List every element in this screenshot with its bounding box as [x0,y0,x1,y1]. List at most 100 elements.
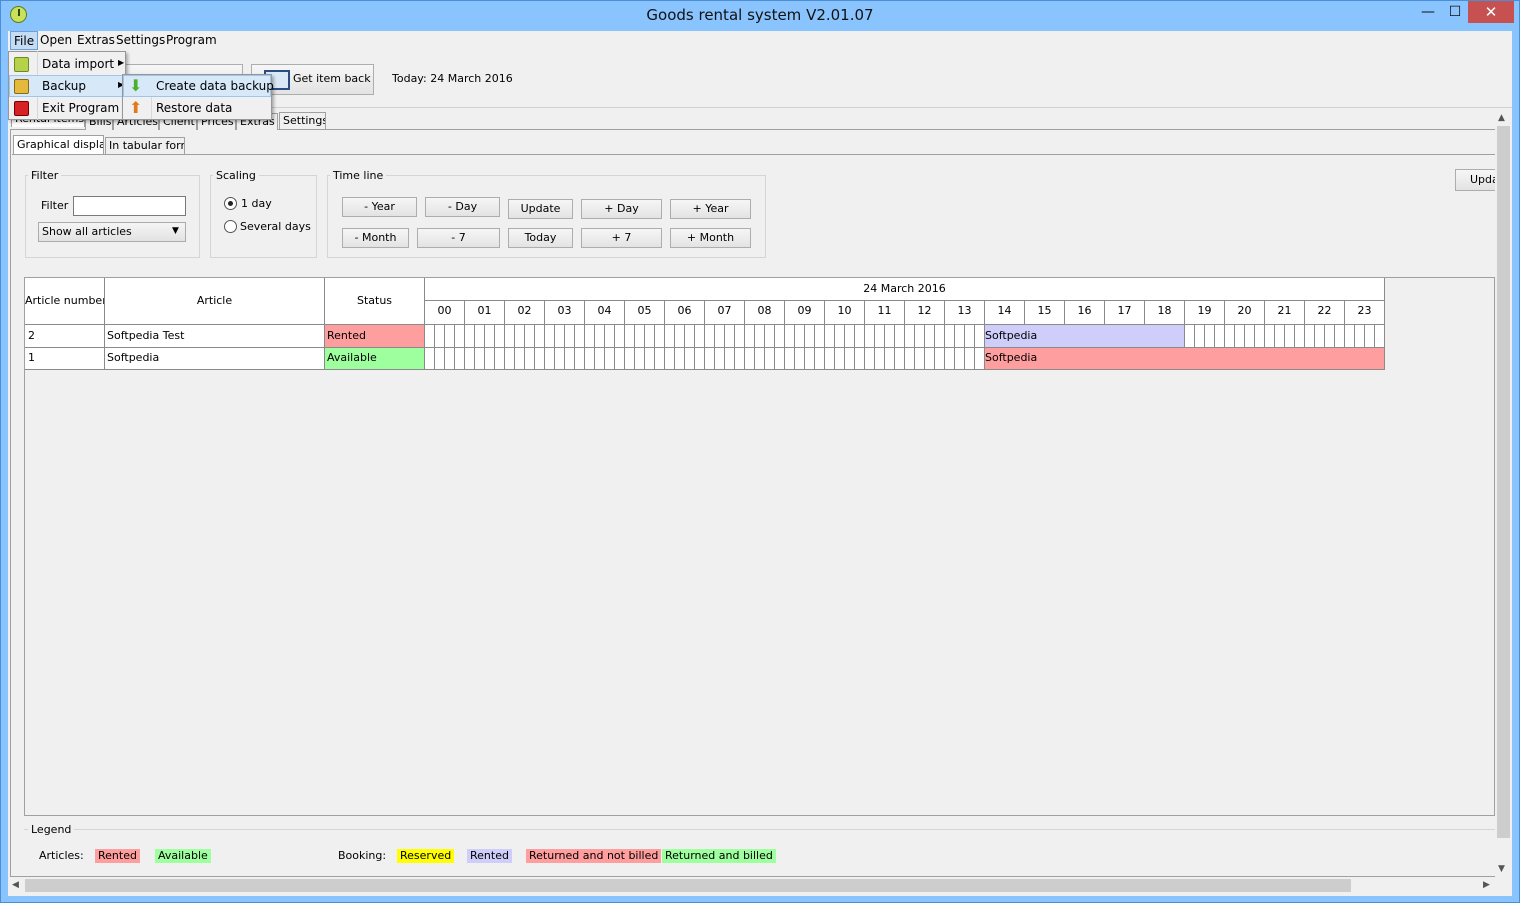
menu-program[interactable]: Program [163,31,220,50]
col-header-status[interactable]: Status [325,278,425,325]
radio-several-days[interactable] [224,220,237,233]
time-slot[interactable] [1325,325,1335,348]
radio-several-days-label[interactable]: Several days [240,220,311,233]
col-header-article-number[interactable]: Article number [25,278,105,325]
vertical-scroll-thumb[interactable] [1497,126,1510,838]
time-slot[interactable] [685,325,695,348]
row-2-article-number[interactable]: 2 [25,325,105,348]
time-slot[interactable] [935,348,945,370]
time-slot[interactable] [595,348,605,370]
menu-file[interactable]: File [10,31,39,50]
time-slot[interactable] [1375,325,1385,348]
time-slot[interactable] [845,325,855,348]
maximize-button[interactable]: ☐ [1442,1,1468,23]
time-slot[interactable] [475,348,485,370]
time-slot[interactable] [765,348,775,370]
time-slot[interactable] [805,325,815,348]
time-slot[interactable] [915,325,925,348]
minus-7-button[interactable]: - 7 [417,228,500,248]
time-slot[interactable] [735,348,745,370]
time-slot[interactable] [1195,325,1205,348]
time-slot[interactable] [695,348,705,370]
col-header-article[interactable]: Article [105,278,325,325]
row-1-article[interactable]: Softpedia [105,348,325,370]
time-slot[interactable] [435,325,445,348]
time-slot[interactable] [455,348,465,370]
time-slot[interactable] [775,348,785,370]
time-slot[interactable] [1365,325,1375,348]
time-slot[interactable] [615,348,625,370]
menu-settings[interactable]: Settings [113,31,168,50]
time-slot[interactable] [705,325,715,348]
time-slot[interactable] [575,325,585,348]
menu-extras[interactable]: Extras [74,31,118,50]
time-slot[interactable] [465,325,475,348]
time-slot[interactable] [875,348,885,370]
time-slot[interactable] [435,348,445,370]
menu-open[interactable]: Open [37,31,75,50]
time-slot[interactable] [965,348,975,370]
time-slot[interactable] [645,348,655,370]
time-slot[interactable] [925,325,935,348]
time-slot[interactable] [425,325,435,348]
time-slot[interactable] [505,325,515,348]
time-slot[interactable] [895,325,905,348]
plus-day-button[interactable]: + Day [581,199,662,219]
time-slot[interactable] [1295,325,1305,348]
time-slot[interactable] [795,348,805,370]
close-button[interactable]: ✕ [1468,1,1514,23]
minus-month-button[interactable]: - Month [342,228,409,248]
time-slot[interactable] [1275,325,1285,348]
time-slot[interactable] [485,325,495,348]
time-slot[interactable] [975,325,985,348]
tab-settings[interactable]: Settings [279,112,326,129]
row-1-status[interactable]: Available [325,348,425,370]
time-slot[interactable] [1225,325,1235,348]
time-slot[interactable] [555,325,565,348]
minus-year-button[interactable]: - Year [342,197,417,217]
time-slot[interactable] [565,325,575,348]
time-slot[interactable] [665,325,675,348]
time-slot[interactable] [695,325,705,348]
tab-graphical-display[interactable]: Graphical display [13,135,104,154]
time-slot[interactable] [835,348,845,370]
time-slot[interactable] [575,348,585,370]
time-slot[interactable] [685,348,695,370]
time-slot[interactable] [655,348,665,370]
time-slot[interactable] [965,325,975,348]
time-slot[interactable] [535,348,545,370]
time-slot[interactable] [725,325,735,348]
time-slot[interactable] [445,348,455,370]
row-1-booking[interactable]: Softpedia [985,348,1385,370]
row-2-article[interactable]: Softpedia Test [105,325,325,348]
time-slot[interactable] [565,348,575,370]
time-slot[interactable] [1345,325,1355,348]
time-slot[interactable] [755,348,765,370]
time-slot[interactable] [815,348,825,370]
time-slot[interactable] [455,325,465,348]
minus-day-button[interactable]: - Day [425,197,500,217]
row-2-booking[interactable]: Softpedia [985,325,1185,348]
time-slot[interactable] [765,325,775,348]
time-slot[interactable] [805,348,815,370]
time-slot[interactable] [735,325,745,348]
tab-tabular-form[interactable]: In tabular form [105,137,185,154]
time-slot[interactable] [785,348,795,370]
time-slot[interactable] [725,348,735,370]
time-slot[interactable] [465,348,475,370]
row-1-article-number[interactable]: 1 [25,348,105,370]
time-slot[interactable] [955,325,965,348]
today-button[interactable]: Today [508,228,573,248]
time-slot[interactable] [665,348,675,370]
time-slot[interactable] [855,348,865,370]
time-slot[interactable] [795,325,805,348]
time-slot[interactable] [1185,325,1195,348]
time-slot[interactable] [445,325,455,348]
time-slot[interactable] [495,325,505,348]
time-slot[interactable] [855,325,865,348]
radio-1-day[interactable] [224,197,237,210]
scroll-down-icon[interactable]: ▼ [1498,864,1505,874]
scroll-right-icon[interactable]: ▶ [1483,880,1490,890]
time-slot[interactable] [555,348,565,370]
time-slot[interactable] [645,325,655,348]
